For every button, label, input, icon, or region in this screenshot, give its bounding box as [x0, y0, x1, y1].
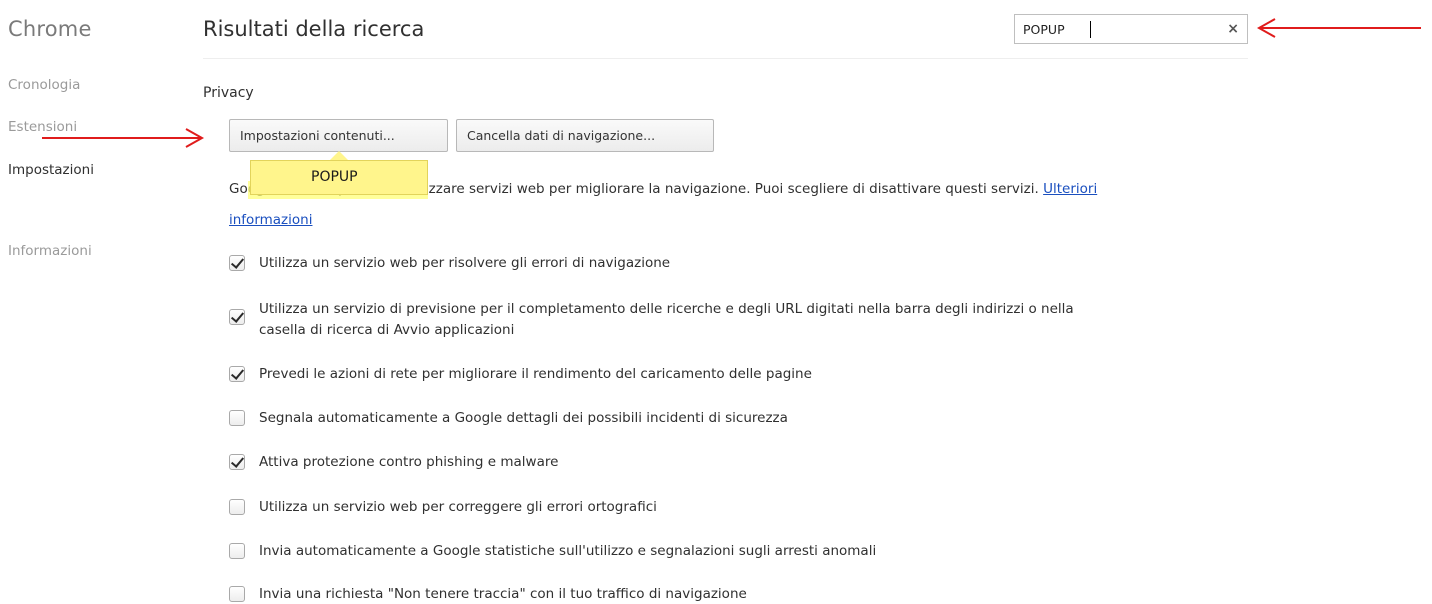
- option-checkbox[interactable]: [229, 454, 245, 470]
- option-label: Utilizza un servizio web per correggere …: [259, 499, 657, 515]
- annotation-arrow-search: [1256, 18, 1421, 38]
- option-checkbox[interactable]: [229, 543, 245, 559]
- page-title: Risultati della ricerca: [203, 17, 425, 41]
- sidebar-item-informazioni[interactable]: Informazioni: [8, 243, 92, 259]
- search-box: ×: [1014, 14, 1248, 44]
- text-caret: [1090, 21, 1091, 38]
- option-label: Segnala automaticamente a Google dettagl…: [259, 410, 788, 426]
- option-label: Attiva protezione contro phishing e malw…: [259, 454, 559, 470]
- chrome-brand-title: Chrome: [8, 17, 92, 41]
- clear-browsing-data-button[interactable]: Cancella dati di navigazione...: [456, 119, 714, 152]
- option-checkbox[interactable]: [229, 255, 245, 271]
- option-checkbox[interactable]: [229, 309, 245, 325]
- option-label: Prevedi le azioni di rete per migliorare…: [259, 366, 812, 382]
- privacy-section-title: Privacy: [203, 85, 254, 101]
- search-input[interactable]: [1023, 20, 1213, 39]
- option-label: Invia una richiesta "Non tenere traccia"…: [259, 586, 747, 602]
- sidebar-item-impostazioni[interactable]: Impostazioni: [8, 162, 94, 178]
- option-label: Utilizza un servizio di previsione per i…: [259, 301, 1074, 338]
- option-label: Invia automaticamente a Google statistic…: [259, 543, 877, 559]
- option-checkbox[interactable]: [229, 410, 245, 426]
- sidebar-item-cronologia[interactable]: Cronologia: [8, 77, 80, 93]
- annotation-arrow-content-settings: [42, 128, 205, 148]
- option-checkbox[interactable]: [229, 499, 245, 515]
- option-checkbox[interactable]: [229, 586, 245, 602]
- content-settings-button[interactable]: Impostazioni contenuti...: [229, 119, 448, 152]
- clear-search-icon[interactable]: ×: [1227, 20, 1239, 38]
- search-match-bubble: POPUP: [250, 160, 428, 195]
- option-checkbox[interactable]: [229, 366, 245, 382]
- title-divider: [203, 58, 1248, 59]
- option-label: Utilizza un servizio web per risolvere g…: [259, 255, 671, 271]
